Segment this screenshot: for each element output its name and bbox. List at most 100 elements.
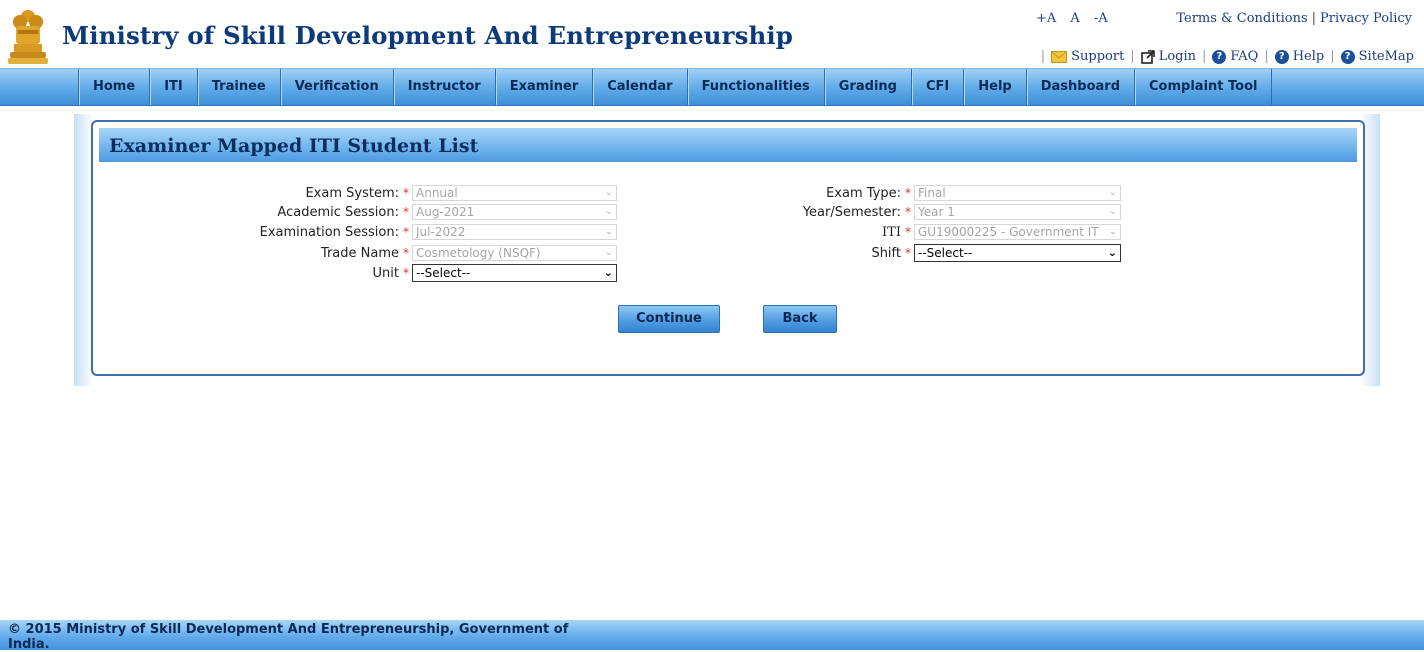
exam-type-select[interactable]: Final ⌄ bbox=[914, 185, 1121, 201]
nav-complaint-tool[interactable]: Complaint Tool bbox=[1135, 69, 1273, 105]
chevron-down-icon: ⌄ bbox=[1108, 187, 1117, 198]
examination-session-value: Jul-2022 bbox=[416, 225, 466, 239]
support-link[interactable]: Support bbox=[1051, 49, 1124, 64]
required-mark: * bbox=[403, 266, 409, 280]
chevron-down-icon: ⌄ bbox=[604, 206, 613, 217]
form-title: Examiner Mapped ITI Student List bbox=[99, 128, 1357, 162]
exam-type-label: Exam Type: bbox=[826, 185, 901, 201]
unit-label: Unit bbox=[372, 265, 399, 281]
year-semester-value: Year 1 bbox=[918, 205, 955, 219]
terms-link[interactable]: Terms & Conditions bbox=[1176, 11, 1307, 26]
font-reset-link[interactable]: A bbox=[1070, 11, 1079, 26]
separator: | bbox=[1330, 49, 1335, 64]
nav-verification[interactable]: Verification bbox=[281, 69, 394, 105]
required-mark: * bbox=[905, 205, 911, 219]
chevron-down-icon: ⌄ bbox=[604, 226, 613, 237]
separator: | bbox=[1264, 49, 1269, 64]
trade-name-select[interactable]: Cosmetology (NSQF) ⌄ bbox=[412, 245, 617, 261]
nav-help[interactable]: Help bbox=[964, 69, 1027, 105]
iti-row: ITI * GU19000225 - Government IT ⌄ bbox=[633, 223, 1133, 241]
exam-type-row: Exam Type: * Final ⌄ bbox=[633, 184, 1133, 202]
nav-trainee[interactable]: Trainee bbox=[198, 69, 281, 105]
academic-session-row: Academic Session: * Aug-2021 ⌄ bbox=[93, 203, 623, 221]
chevron-down-icon: ⌄ bbox=[1106, 225, 1117, 239]
nav-dashboard[interactable]: Dashboard bbox=[1027, 69, 1136, 105]
site-title: Ministry of Skill Development And Entrep… bbox=[62, 21, 794, 50]
examination-session-row: Examination Session: * Jul-2022 ⌄ bbox=[93, 223, 623, 241]
separator: | bbox=[1040, 49, 1046, 64]
site-header: Ministry of Skill Development And Entrep… bbox=[0, 0, 1424, 68]
required-mark: * bbox=[905, 246, 911, 260]
copyright-text: © 2015 Ministry of Skill Development And… bbox=[8, 622, 569, 652]
top-links: Terms & Conditions | Privacy Policy bbox=[1176, 11, 1412, 26]
help-link[interactable]: ? Help bbox=[1274, 49, 1325, 64]
envelope-icon bbox=[1051, 50, 1068, 63]
font-size-controls: +A A -A bbox=[1036, 11, 1118, 26]
nav-iti[interactable]: ITI bbox=[150, 69, 198, 105]
separator: | bbox=[1311, 11, 1317, 26]
separator: | bbox=[1202, 49, 1207, 64]
nav-examiner[interactable]: Examiner bbox=[496, 69, 594, 105]
continue-button[interactable]: Continue bbox=[618, 305, 720, 333]
exam-system-row: Exam System: * Annual ⌄ bbox=[93, 184, 623, 202]
sitemap-label: SiteMap bbox=[1358, 49, 1414, 64]
shift-select[interactable]: --Select-- ⌄ bbox=[914, 244, 1121, 262]
question-icon: ? bbox=[1212, 49, 1227, 64]
utility-links: | Support | Login | ? FAQ | ? Help | ? S… bbox=[1035, 49, 1414, 64]
unit-select[interactable]: --Select-- ⌄ bbox=[412, 264, 617, 282]
question-icon: ? bbox=[1274, 49, 1289, 64]
font-increase-link[interactable]: +A bbox=[1036, 11, 1056, 26]
main-nav: Home ITI Trainee Verification Instructor… bbox=[0, 68, 1424, 106]
separator: | bbox=[1130, 49, 1135, 64]
site-footer: © 2015 Ministry of Skill Development And… bbox=[0, 620, 1424, 652]
nav-home[interactable]: Home bbox=[79, 69, 151, 105]
national-emblem-logo bbox=[8, 10, 48, 64]
exam-system-value: Annual bbox=[416, 186, 458, 200]
nav-functionalities[interactable]: Functionalities bbox=[688, 69, 825, 105]
nav-calendar[interactable]: Calendar bbox=[593, 69, 688, 105]
sitemap-link[interactable]: ? SiteMap bbox=[1340, 49, 1414, 64]
nav-instructor[interactable]: Instructor bbox=[394, 69, 496, 105]
examination-session-label: Examination Session: bbox=[259, 224, 399, 240]
shift-value: --Select-- bbox=[918, 246, 973, 260]
back-button[interactable]: Back bbox=[763, 305, 837, 333]
year-semester-label: Year/Semester: bbox=[802, 204, 901, 220]
chevron-down-icon: ⌄ bbox=[604, 187, 613, 198]
form-panel: Examiner Mapped ITI Student List Exam Sy… bbox=[91, 120, 1365, 376]
required-mark: * bbox=[403, 205, 409, 219]
privacy-policy-link[interactable]: Privacy Policy bbox=[1320, 11, 1412, 26]
question-icon: ? bbox=[1340, 49, 1355, 64]
required-mark: * bbox=[403, 186, 409, 200]
exam-system-select[interactable]: Annual ⌄ bbox=[412, 185, 617, 201]
unit-value: --Select-- bbox=[416, 266, 471, 280]
trade-name-value: Cosmetology (NSQF) bbox=[416, 246, 541, 260]
login-label: Login bbox=[1158, 49, 1196, 64]
required-mark: * bbox=[905, 225, 911, 239]
faq-link[interactable]: ? FAQ bbox=[1212, 49, 1258, 64]
help-label: Help bbox=[1292, 49, 1325, 64]
faq-label: FAQ bbox=[1230, 49, 1259, 64]
academic-session-value: Aug-2021 bbox=[416, 205, 475, 219]
login-link[interactable]: Login bbox=[1140, 49, 1196, 64]
nav-cfi[interactable]: CFI bbox=[912, 69, 965, 105]
year-semester-select[interactable]: Year 1 ⌄ bbox=[914, 204, 1121, 220]
year-semester-row: Year/Semester: * Year 1 ⌄ bbox=[633, 203, 1133, 221]
academic-session-label: Academic Session: bbox=[277, 204, 399, 220]
chevron-down-icon: ⌄ bbox=[604, 247, 613, 258]
trade-name-row: Trade Name * Cosmetology (NSQF) ⌄ bbox=[93, 244, 623, 262]
chevron-down-icon: ⌄ bbox=[603, 266, 613, 279]
chevron-down-icon: ⌄ bbox=[1107, 246, 1117, 259]
academic-session-select[interactable]: Aug-2021 ⌄ bbox=[412, 204, 617, 220]
required-mark: * bbox=[403, 246, 409, 260]
iti-label: ITI bbox=[882, 224, 901, 240]
nav-grading[interactable]: Grading bbox=[825, 69, 912, 105]
required-mark: * bbox=[403, 225, 409, 239]
examination-session-select[interactable]: Jul-2022 ⌄ bbox=[412, 224, 617, 240]
exam-type-value: Final bbox=[918, 186, 946, 200]
shift-row: Shift * --Select-- ⌄ bbox=[633, 244, 1133, 262]
font-decrease-link[interactable]: -A bbox=[1094, 11, 1108, 26]
iti-select[interactable]: GU19000225 - Government IT ⌄ bbox=[914, 224, 1121, 240]
shift-label: Shift bbox=[871, 245, 901, 261]
required-mark: * bbox=[905, 186, 911, 200]
unit-row: Unit * --Select-- ⌄ bbox=[93, 264, 623, 282]
